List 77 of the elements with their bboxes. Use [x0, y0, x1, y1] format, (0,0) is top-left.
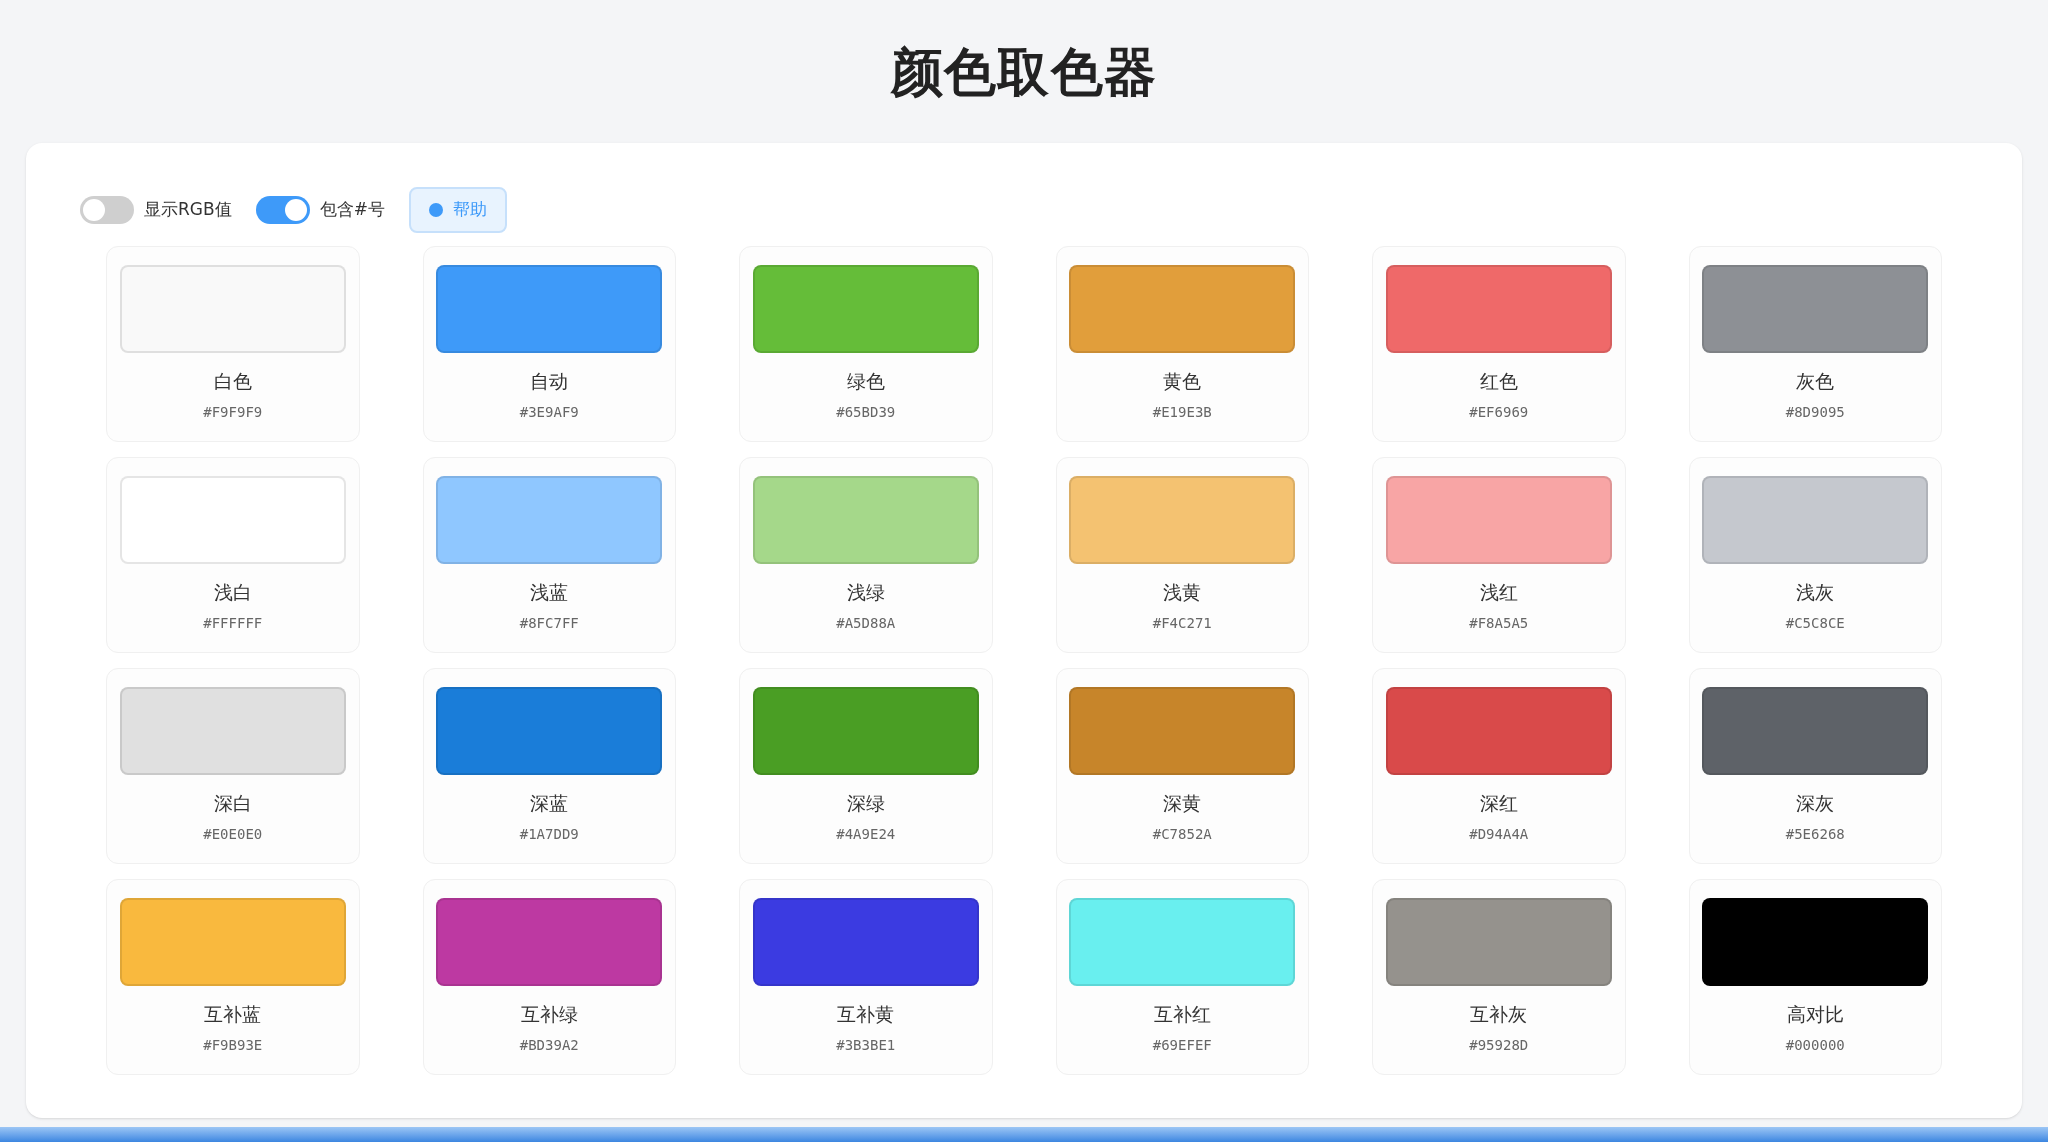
color-card[interactable]: 互补黄 #3B3BE1: [739, 879, 993, 1075]
color-card[interactable]: 浅白 #FFFFFF: [106, 457, 360, 653]
hex-code: #F9B93E: [203, 1035, 263, 1055]
hex-code: #3B3BE1: [836, 1035, 896, 1055]
hex-code: #E0E0E0: [203, 824, 263, 844]
hex-code: #D94A4A: [1469, 824, 1529, 844]
color-name: 深灰: [1796, 791, 1835, 816]
hex-code: #1A7DD9: [519, 824, 579, 844]
hex-code: #8D9095: [1785, 402, 1845, 422]
hex-code: #EF6969: [1469, 402, 1529, 422]
hex-code: #C7852A: [1152, 824, 1212, 844]
color-card[interactable]: 自动 #3E9AF9: [422, 246, 676, 442]
hex-code: #4A9E24: [836, 824, 896, 844]
color-card[interactable]: 深灰 #5E6268: [1688, 668, 1942, 864]
color-card[interactable]: 浅绿 #A5D88A: [739, 457, 993, 653]
hex-code: #A5D88A: [836, 613, 896, 633]
hex-code: #69EFEF: [1152, 1035, 1212, 1055]
color-name: 深红: [1479, 791, 1518, 816]
color-name: 浅灰: [1796, 580, 1835, 605]
hex-code: #3E9AF9: [519, 402, 579, 422]
color-name: 自动: [530, 369, 569, 394]
color-name: 黄色: [1163, 369, 1202, 394]
color-card[interactable]: 绿色 #65BD39: [739, 246, 993, 442]
color-name: 红色: [1479, 369, 1518, 394]
toggle-switch[interactable]: [255, 196, 310, 224]
color-name: 浅绿: [846, 580, 885, 605]
hex-code: #95928D: [1469, 1035, 1529, 1055]
hex-code: #000000: [1785, 1035, 1845, 1055]
hex-code: #5E6268: [1785, 824, 1845, 844]
color-card[interactable]: 高对比 #000000: [1688, 879, 1942, 1075]
color-card[interactable]: 互补红 #69EFEF: [1055, 879, 1309, 1075]
color-name: 灰色: [1796, 369, 1835, 394]
color-name: 高对比: [1786, 1002, 1844, 1027]
color-card[interactable]: 互补蓝 #F9B93E: [106, 879, 360, 1075]
color-card[interactable]: 深蓝 #1A7DD9: [422, 668, 676, 864]
toggle-switch[interactable]: [80, 196, 134, 224]
hex-code: #BD39A2: [519, 1035, 579, 1055]
page-title: 颜色取色器: [890, 40, 1158, 104]
color-name: 互补黄: [837, 1002, 895, 1027]
color-name: 浅黄: [1163, 580, 1202, 605]
toggle-label: 显示RGB值: [144, 198, 232, 222]
color-card[interactable]: 深绿 #4A9E24: [739, 668, 993, 864]
color-card[interactable]: 白色 #F9F9F9: [106, 246, 360, 442]
color-name: 深蓝: [530, 791, 569, 816]
color-name: 互补绿: [520, 1002, 578, 1027]
color-card[interactable]: 深白 #E0E0E0: [106, 668, 360, 864]
color-name: 浅蓝: [530, 580, 569, 605]
color-name: 浅红: [1479, 580, 1518, 605]
color-card[interactable]: 深黄 #C7852A: [1055, 668, 1309, 864]
hex-code: #F9F9F9: [203, 402, 263, 422]
color-name: 深白: [213, 791, 252, 816]
color-name: 互补灰: [1470, 1002, 1528, 1027]
color-card[interactable]: 红色 #EF6969: [1372, 246, 1626, 442]
hex-code: #F8A5A5: [1469, 613, 1529, 633]
color-card[interactable]: 互补灰 #95928D: [1372, 879, 1626, 1075]
hex-code: #65BD39: [836, 402, 896, 422]
color-card[interactable]: 浅蓝 #8FC7FF: [422, 457, 676, 653]
hex-code: #E19E3B: [1152, 402, 1212, 422]
hex-code: #8FC7FF: [519, 613, 579, 633]
color-card[interactable]: 浅灰 #C5C8CE: [1688, 457, 1942, 653]
color-card[interactable]: 浅黄 #F4C271: [1055, 457, 1309, 653]
color-name: 互补红: [1153, 1002, 1211, 1027]
color-name: 浅白: [213, 580, 252, 605]
color-card[interactable]: 浅红 #F8A5A5: [1372, 457, 1626, 653]
color-card[interactable]: 灰色 #8D9095: [1688, 246, 1942, 442]
color-name: 深绿: [846, 791, 885, 816]
hex-code: #FFFFFF: [203, 613, 263, 633]
color-name: 互补蓝: [204, 1002, 262, 1027]
color-card[interactable]: 深红 #D94A4A: [1372, 668, 1626, 864]
color-card[interactable]: 黄色 #E19E3B: [1055, 246, 1309, 442]
color-card[interactable]: 互补绿 #BD39A2: [422, 879, 676, 1075]
color-name: 绿色: [846, 369, 885, 394]
color-name: 白色: [213, 369, 252, 394]
toggle-label: 包含#号: [319, 198, 385, 222]
hex-code: #C5C8CE: [1785, 613, 1845, 633]
color-name: 深黄: [1163, 791, 1202, 816]
hex-code: #F4C271: [1152, 613, 1212, 633]
